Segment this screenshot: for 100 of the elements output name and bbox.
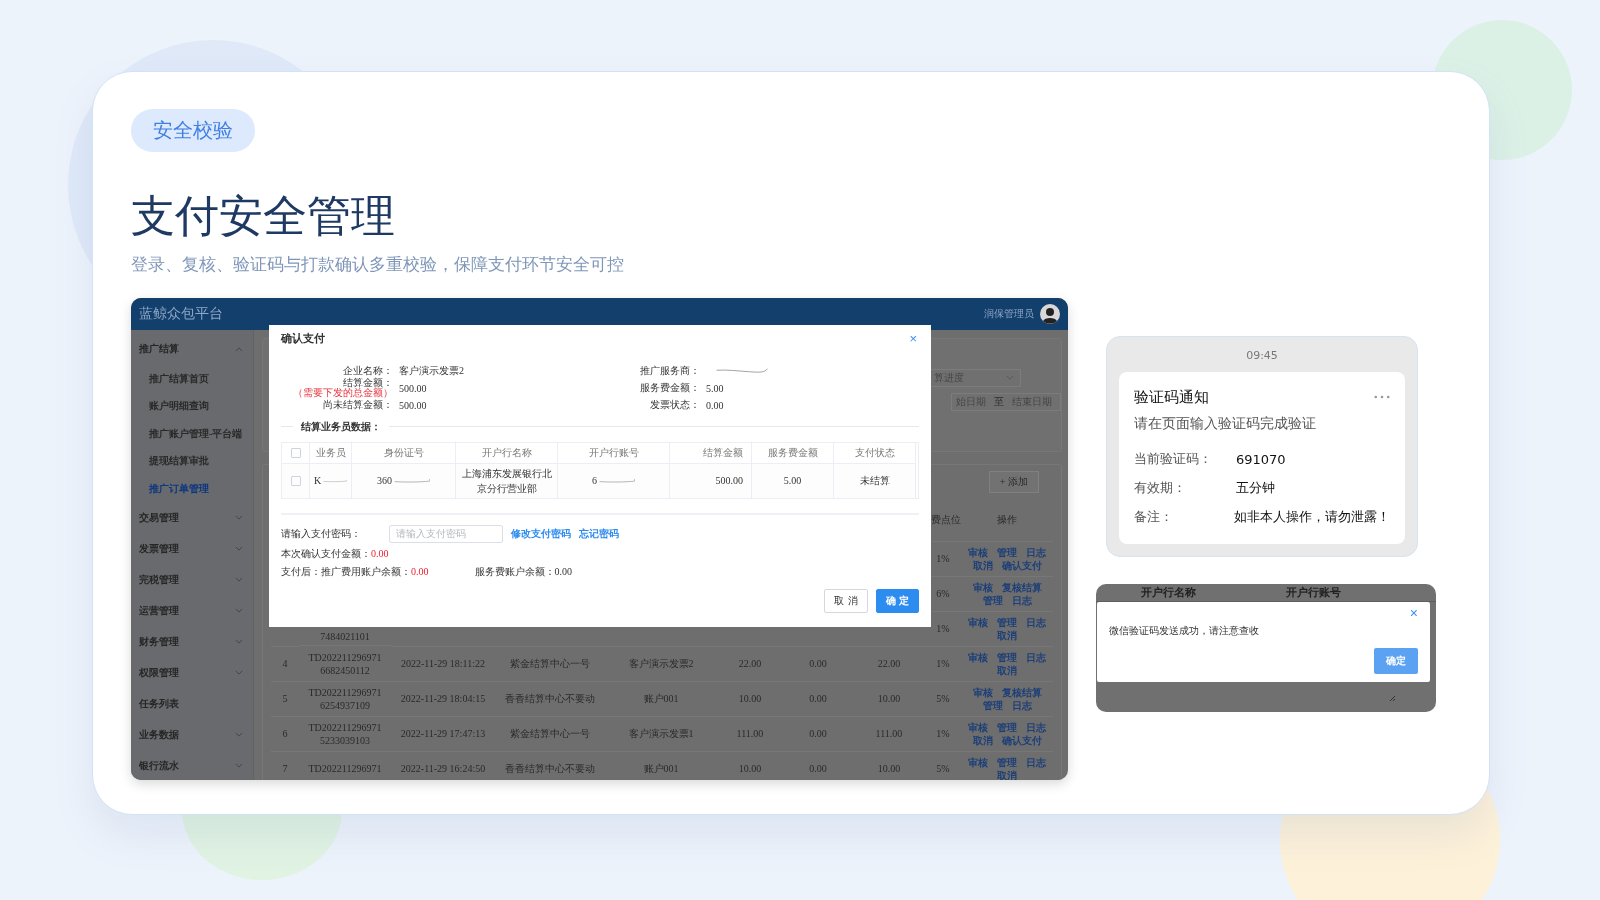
- action-link[interactable]: 审核: [968, 650, 988, 664]
- confirm-button[interactable]: 确定: [1374, 647, 1418, 674]
- sidebar-item[interactable]: 提现结算审批: [131, 447, 253, 475]
- action-link[interactable]: 审核: [972, 685, 993, 699]
- table-cell: 22.00: [738, 657, 762, 671]
- add-button[interactable]: + 添加: [988, 470, 1039, 493]
- table-cell: 5%: [936, 762, 950, 776]
- table-cell-text: TD202211296971 6254937109: [307, 685, 383, 712]
- action-link[interactable]: 管理: [997, 615, 1017, 629]
- table-cell: 0.00: [809, 762, 827, 776]
- sidebar-group[interactable]: 业务数据: [131, 719, 253, 751]
- table-cell-text: 5.00: [783, 474, 802, 489]
- password-field[interactable]: 请输入支付密码: [389, 524, 503, 543]
- action-link[interactable]: 审核: [968, 545, 988, 559]
- table-cell: 0.00: [809, 692, 827, 706]
- section-title: 结算业务员数据：: [301, 419, 381, 434]
- message-time: 09:45: [1245, 347, 1279, 364]
- sidebar-item[interactable]: 推广结算首页: [131, 364, 253, 393]
- table-cell: 5%: [936, 692, 950, 706]
- sidebar-group[interactable]: 推广结算: [131, 333, 253, 365]
- resize-grip-icon[interactable]: [1388, 693, 1396, 702]
- action-link[interactable]: 复核结算: [1001, 580, 1042, 594]
- column-header: 开户行账号: [558, 442, 670, 464]
- action-link[interactable]: 确认支付: [1001, 733, 1042, 747]
- action-link[interactable]: 日志: [1011, 698, 1032, 712]
- message-text: 请在页面输入验证码完成验证: [1134, 414, 1317, 433]
- checkbox[interactable]: [290, 447, 301, 458]
- confirm-button[interactable]: 确 定: [875, 588, 919, 613]
- sidebar-group[interactable]: 银行流水: [131, 750, 253, 780]
- action-link[interactable]: 审核: [972, 580, 993, 594]
- summary-label: 支付后：推广费用账户余额：: [281, 565, 411, 577]
- action-link[interactable]: 日志: [1026, 650, 1046, 664]
- table-cell: 0.00: [809, 727, 827, 741]
- action-link[interactable]: 取消: [997, 628, 1017, 642]
- table-cell: 2022-11-29 18:11:22: [401, 657, 485, 671]
- table-cell-text: TD202211296971 6682450112: [307, 650, 383, 677]
- sidebar-item[interactable]: 推广订单管理: [131, 474, 253, 503]
- action-link[interactable]: 日志: [1011, 593, 1032, 607]
- action-link[interactable]: 取消: [972, 733, 993, 747]
- sidebar-group[interactable]: 任务列表: [131, 688, 253, 720]
- table-cell-text: TD202211296971 5233039103: [307, 720, 383, 747]
- sidebar-item[interactable]: 账户明细查询: [131, 392, 253, 420]
- table-cell: 5: [282, 692, 288, 706]
- table-cell: 111.00: [875, 727, 903, 741]
- sidebar-group[interactable]: 财务管理: [131, 626, 253, 658]
- checkbox[interactable]: [290, 475, 301, 486]
- action-link[interactable]: 审核: [968, 755, 988, 769]
- table-cell-text: 500.00: [715, 474, 743, 489]
- dialog-link[interactable]: 修改支付密码: [511, 526, 571, 541]
- table-cell: 2022-11-29 16:24:50: [400, 762, 486, 776]
- dialog-message: 微信验证码发送成功，请注意查收: [1109, 623, 1260, 638]
- sidebar-group[interactable]: 运营管理: [131, 595, 253, 627]
- sidebar-group[interactable]: 权限管理: [131, 657, 253, 689]
- more-icon[interactable]: [1374, 395, 1390, 400]
- redaction-scribble: [599, 477, 635, 484]
- action-link[interactable]: 取消: [972, 558, 993, 572]
- redaction-scribble: [394, 477, 430, 484]
- column-header: 操作: [997, 512, 1017, 527]
- action-link[interactable]: 复核结算: [1001, 685, 1042, 699]
- action-link[interactable]: 审核: [968, 720, 988, 734]
- field-label: 发票状态：: [650, 400, 700, 411]
- close-button[interactable]: ×: [907, 332, 919, 346]
- action-link[interactable]: 日志: [1026, 615, 1046, 629]
- table-cell: 6%: [936, 587, 950, 601]
- message-label: 有效期：: [1134, 479, 1187, 498]
- column-header: 开户行账号: [1285, 584, 1342, 600]
- action-link[interactable]: 管理: [982, 698, 1003, 712]
- table-cell: 10.00: [738, 692, 762, 706]
- action-link[interactable]: 日志: [1026, 755, 1046, 769]
- column-header: 身份证号: [352, 442, 456, 464]
- action-link[interactable]: 日志: [1026, 720, 1046, 734]
- action-link[interactable]: 管理: [997, 755, 1017, 769]
- field-label: 尚未结算金额：: [323, 400, 393, 411]
- column-header: 费点位: [931, 512, 961, 527]
- summary-label: 服务费账户余额：: [474, 565, 555, 577]
- user-name: 润保管理员: [984, 306, 1034, 321]
- sidebar-item[interactable]: 推广账户管理-平台端: [131, 419, 253, 448]
- message-value: 五分钟: [1236, 479, 1275, 498]
- action-link[interactable]: 管理: [997, 545, 1017, 559]
- close-button[interactable]: ×: [1409, 605, 1418, 620]
- action-link[interactable]: 日志: [1026, 545, 1046, 559]
- summary-label: 本次确认支付金额：: [281, 547, 371, 559]
- action-link[interactable]: 管理: [982, 593, 1003, 607]
- table-cell: TD202211296971: [308, 762, 382, 776]
- avatar-icon[interactable]: [1040, 303, 1060, 324]
- action-link[interactable]: 管理: [997, 720, 1017, 734]
- cancel-button[interactable]: 取 消: [824, 588, 868, 613]
- action-link[interactable]: 确认支付: [1001, 558, 1042, 572]
- table-cell: 客户演示发票2: [628, 657, 694, 671]
- action-link[interactable]: 管理: [997, 650, 1017, 664]
- field-value: 500.00: [399, 399, 427, 411]
- action-link[interactable]: 取消: [997, 768, 1017, 780]
- sidebar-group[interactable]: 发票管理: [131, 533, 253, 565]
- dialog-link[interactable]: 忘记密码: [579, 526, 619, 541]
- action-link[interactable]: 审核: [968, 615, 988, 629]
- action-link[interactable]: 取消: [997, 663, 1017, 677]
- sidebar-group[interactable]: 完税管理: [131, 564, 253, 596]
- app-brand: 蓝鲸众包平台: [139, 304, 224, 323]
- sidebar-group[interactable]: 交易管理: [131, 502, 253, 534]
- field-label: 服务费金额：: [640, 383, 700, 394]
